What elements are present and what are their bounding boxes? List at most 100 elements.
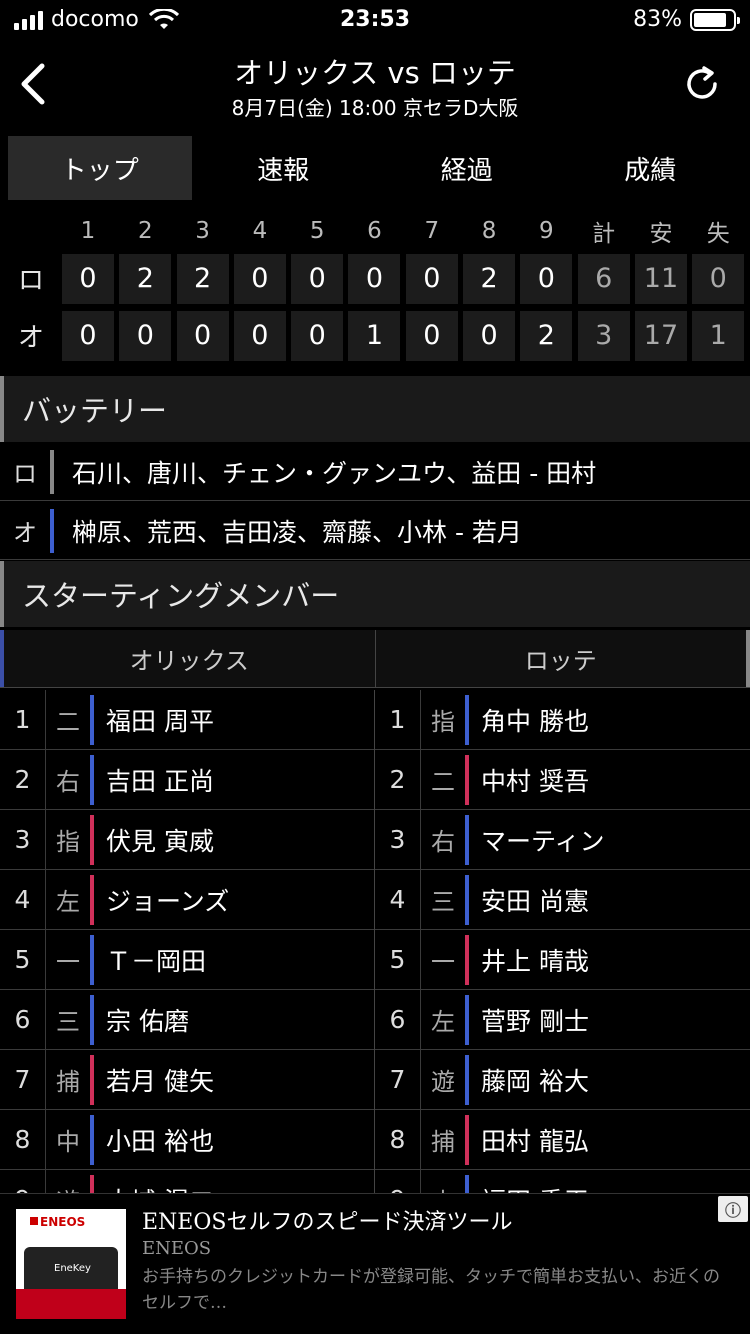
errors-cell: 1 (692, 310, 745, 361)
batting-order: 3 (0, 810, 46, 869)
position: 中 (56, 1128, 80, 1156)
player-name: 福田 秀平 (481, 1182, 589, 1194)
lineup-team-lotte: ロッテ (376, 630, 750, 687)
ad-info-icon[interactable]: ⓘ (718, 1196, 748, 1222)
score-cell: 0 (405, 310, 458, 361)
ad-logo-text: ENEOS (40, 1215, 86, 1229)
reload-icon[interactable] (682, 64, 722, 104)
handedness-bar (465, 1174, 469, 1193)
battery-section-header: バッテリー (0, 376, 750, 442)
batting-order: 2 (0, 750, 46, 809)
lineup-row[interactable]: 8 中小田 裕也 (0, 1110, 374, 1170)
position: 指 (431, 708, 455, 736)
scoreboard-row-orix: オ 0 0 0 0 0 1 0 0 2 3 17 1 (0, 307, 750, 364)
player-name: 大城 滉二 (106, 1182, 214, 1194)
lineup-row[interactable]: 2 二中村 奨吾 (375, 750, 750, 810)
total-header: 計 (592, 221, 616, 247)
score-cell: 0 (520, 253, 573, 304)
batting-order: 4 (0, 870, 46, 929)
score-cell: 2 (119, 253, 172, 304)
tab-stats[interactable]: 成績 (559, 136, 743, 200)
errors-cell: 0 (692, 253, 745, 304)
handedness-bar (90, 1114, 94, 1165)
batting-order: 4 (375, 870, 421, 929)
tab-progress[interactable]: 経過 (375, 136, 559, 200)
position: 捕 (56, 1068, 80, 1096)
team-color-bar (50, 449, 54, 494)
team-color-bar (50, 508, 54, 553)
ad-card-label: EneKey (54, 1263, 91, 1274)
ad-image-footer (16, 1289, 126, 1319)
lineup-row[interactable]: 4 三安田 尚憲 (375, 870, 750, 930)
position: 一 (56, 948, 80, 976)
lineup-row[interactable]: 3 指伏見 寅威 (0, 810, 374, 870)
batting-order: 3 (375, 810, 421, 869)
lineup-column-lotte: 1 指角中 勝也 2 二中村 奨吾 3 右マーティン 4 三安田 尚憲 5 一井上 晴哉 6 左菅野 … (375, 690, 750, 1193)
lineup-header: オリックス ロッテ (0, 630, 750, 688)
inning-header: 4 (252, 218, 268, 244)
inning-header: 8 (481, 218, 497, 244)
batting-order: 9 (0, 1170, 46, 1193)
hits-header: 安 (649, 221, 673, 247)
score-cell: 0 (405, 253, 458, 304)
inning-header: 1 (80, 218, 96, 244)
lineup-row[interactable]: 3 右マーティン (375, 810, 750, 870)
battery-names: 榊原、荒西、吉田凌、齋藤、小林 - 若月 (72, 517, 522, 547)
lineup-row[interactable]: 9中 福田 秀平 (375, 1170, 750, 1193)
lineup-column-orix: 1 二福田 周平 2 右吉田 正尚 3 指伏見 寅威 4 左ジョーンズ 5 一 Ｔ－岡田 6 三宗 佑磨… (0, 690, 375, 1193)
batting-order: 6 (375, 990, 421, 1049)
handedness-bar (90, 814, 94, 865)
inning-header: 5 (309, 218, 325, 244)
score-cell: 0 (62, 310, 114, 361)
lineup-row[interactable]: 6三宗 佑磨 (0, 990, 374, 1050)
lineup-row[interactable]: 1 二福田 周平 (0, 690, 374, 750)
scoreboard: 1 2 3 4 5 6 7 8 9 計 安 失 ロ 0 2 2 0 0 0 0 … (0, 212, 750, 364)
lineup-row[interactable]: 7 捕若月 健矢 (0, 1050, 374, 1110)
battery-row-orix: オ 榊原、荒西、吉田凌、齋藤、小林 - 若月 (0, 502, 750, 560)
inning-header: 7 (424, 218, 440, 244)
batting-order: 9 (375, 1170, 421, 1193)
handedness-bar (465, 1114, 469, 1165)
ad-description: お手持ちのクレジットカードが登録可能、タッチで簡単お支払い、お近くのセルフで… (142, 1267, 720, 1313)
lineup-team-orix: オリックス (0, 630, 376, 687)
handedness-bar (90, 754, 94, 805)
handedness-bar (465, 874, 469, 925)
lineup-row[interactable]: 6 左菅野 剛士 (375, 990, 750, 1050)
score-cell: 0 (463, 310, 516, 361)
tab-live[interactable]: 速報 (192, 136, 376, 200)
player-name: 吉田 正尚 (106, 766, 214, 796)
ad-title[interactable]: ENEOSセルフのスピード決済ツール (142, 1204, 512, 1236)
lineup-row[interactable]: 2 右吉田 正尚 (0, 750, 374, 810)
score-cell: 0 (176, 310, 229, 361)
lineup-row[interactable]: 4 左ジョーンズ (0, 870, 374, 930)
position: 一 (431, 948, 455, 976)
handedness-bar (465, 754, 469, 805)
lineup-row[interactable]: 1 指角中 勝也 (375, 690, 750, 750)
player-name: 安田 尚憲 (481, 886, 589, 916)
lineup-row[interactable]: 5 一 Ｔ－岡田 (0, 930, 374, 990)
player-name: 伏見 寅威 (106, 826, 214, 856)
lineup-row[interactable]: 9遊 大城 滉二 (0, 1170, 374, 1193)
handedness-bar (90, 1054, 94, 1105)
position: 指 (56, 828, 80, 856)
batting-order: 2 (375, 750, 421, 809)
handedness-bar (90, 994, 94, 1045)
hits-cell: 17 (634, 310, 687, 361)
lineup-row[interactable]: 5 一井上 晴哉 (375, 930, 750, 990)
position: 右 (431, 828, 455, 856)
lineup-row[interactable]: 8 捕田村 龍弘 (375, 1110, 750, 1170)
handedness-bar (465, 814, 469, 865)
tab-top[interactable]: トップ (8, 136, 192, 200)
position: 二 (56, 708, 80, 736)
ad-banner[interactable]: ENEOS EneKey ENEOSセルフのスピード決済ツール ENEOS お手… (0, 1193, 750, 1334)
score-cell: 0 (233, 310, 286, 361)
score-cell: 0 (62, 253, 114, 304)
score-cell: 2 (176, 253, 229, 304)
player-name: 中村 奨吾 (481, 766, 589, 796)
eneos-logo-icon (30, 1217, 38, 1225)
battery-row-lotte: ロ 石川、唐川、チェン・グァンユウ、益田 - 田村 (0, 443, 750, 501)
position: 遊 (46, 1182, 90, 1193)
lineup-row[interactable]: 7 遊藤岡 裕大 (375, 1050, 750, 1110)
ad-image[interactable]: ENEOS EneKey (16, 1209, 126, 1319)
ad-sponsor: ENEOS (142, 1238, 212, 1259)
